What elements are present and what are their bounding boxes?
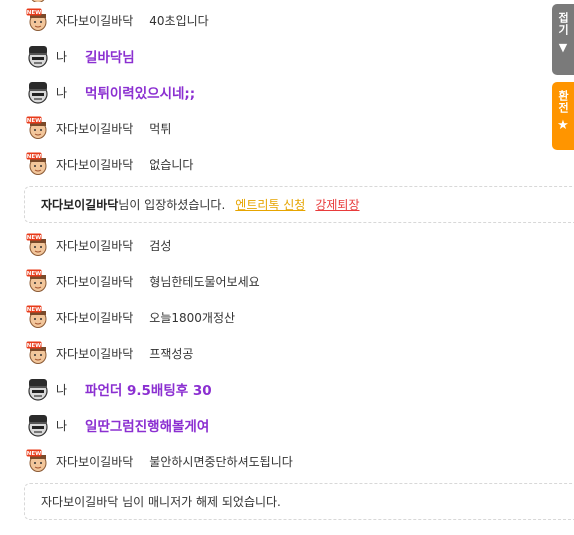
chat-message: NEW 자다보이길바닥 오늘1800개정산 [0, 299, 574, 335]
svg-text:NEW: NEW [27, 271, 41, 277]
message-nickname[interactable]: 나 [56, 84, 67, 101]
message-text: 파언더 9.5배팅후 30 [85, 383, 212, 399]
message-text: 먹튀 [149, 121, 172, 136]
charge-label: 환전 [556, 90, 570, 114]
message-nickname[interactable]: 자다보이길바닥 [56, 120, 133, 137]
notice-text: 님이 입장하셨습니다. [118, 198, 226, 212]
notice-text: 자다보이길바닥 님이 매니저가 해제 되었습니다. [41, 495, 281, 509]
charge-button[interactable]: 환전 ★ [552, 82, 574, 150]
message-nickname[interactable]: 자다보이길바닥 [56, 453, 133, 470]
fold-button[interactable]: 접기 ▼ [552, 4, 574, 75]
svg-text:NEW: NEW [27, 235, 41, 241]
message-text: 형님한테도물어보세요 [149, 274, 260, 289]
message-text: 오늘1800개정산 [149, 310, 236, 325]
message-text: 없습니다 [149, 157, 194, 172]
message-nickname[interactable]: 자다보이길바닥 [56, 12, 133, 29]
message-text: 프잭성공 [149, 346, 194, 361]
chat-message: 나 먹튀이력있으시네;; [0, 74, 574, 110]
new-user-avatar-icon: NEW [26, 269, 56, 293]
chat-message: 나 일딴그럼진행해볼게여 [0, 407, 574, 443]
entry-talk-request-link[interactable]: 엔트리톡 신청 [235, 196, 305, 213]
chat-message: NEW 자다보이길바닥 불안하시면중단하셔도됩니다 [0, 443, 574, 479]
star-icon: ★ [557, 118, 569, 133]
new-user-avatar-icon: NEW [26, 8, 56, 32]
message-nickname[interactable]: 자다보이길바닥 [56, 345, 133, 362]
chat-message: NEW 자다보이길바닥 먹튀 [0, 110, 574, 146]
svg-text:NEW: NEW [27, 343, 41, 349]
message-text: 길바닥님 [85, 50, 135, 66]
new-user-avatar-icon: NEW [26, 341, 56, 365]
svg-text:NEW: NEW [27, 154, 41, 160]
message-text: 40초입니다 [149, 13, 209, 28]
chat-message: NEW 자다보이길바닥 형님한테도물어보세요 [0, 263, 574, 299]
my-avatar-icon [26, 413, 56, 437]
chat-message: NEW 자다보이길바닥 프잭성공 [0, 335, 574, 371]
message-text: 불안하시면중단하셔도됩니다 [149, 454, 293, 469]
my-avatar-icon [26, 44, 56, 68]
kick-user-link[interactable]: 강제퇴장 [315, 196, 359, 213]
new-user-avatar-icon: NEW [26, 152, 56, 176]
message-text: 먹튀이력있으시네;; [85, 86, 196, 102]
message-nickname[interactable]: 자다보이길바닥 [56, 309, 133, 326]
svg-text:NEW: NEW [27, 307, 41, 313]
message-nickname[interactable]: 나 [56, 48, 67, 65]
message-nickname[interactable]: 자다보이길바닥 [56, 237, 133, 254]
message-nickname[interactable]: 자다보이길바닥 [56, 156, 133, 173]
chat-message: 나 파언더 9.5배팅후 30 [0, 371, 574, 407]
new-user-avatar-icon: NEW [26, 233, 56, 257]
notice-nickname: 자다보이길바닥 [41, 198, 119, 212]
fold-label: 접기 [556, 12, 570, 36]
system-notice: 자다보이길바닥 님이 입장하셨습니다. 엔트리톡 신청 강제퇴장 [24, 186, 574, 223]
my-avatar-icon [26, 80, 56, 104]
message-nickname[interactable]: 나 [56, 381, 67, 398]
chat-message: 나 길바닥님 [0, 38, 574, 74]
my-avatar-icon [26, 377, 56, 401]
message-nickname[interactable]: 자다보이길바닥 [56, 273, 133, 290]
svg-text:NEW: NEW [27, 10, 41, 16]
message-text: 일딴그럼진행해볼게여 [85, 419, 210, 435]
system-notice: 자다보이길바닥 님이 매니저가 해제 되었습니다. [24, 483, 574, 520]
new-user-avatar-icon: NEW [26, 305, 56, 329]
message-nickname[interactable]: 나 [56, 417, 67, 434]
chat-message: NEW 자다보이길바닥 검성 [0, 227, 574, 263]
svg-text:NEW: NEW [27, 118, 41, 124]
new-user-avatar-icon: NEW [26, 449, 56, 473]
triangle-down-icon: ▼ [558, 41, 568, 54]
svg-text:NEW: NEW [27, 451, 41, 457]
message-nickname[interactable]: 자다보이길바닥 [56, 0, 133, 1]
new-user-avatar-icon: NEW [26, 116, 56, 140]
message-text: 검성 [149, 238, 172, 253]
chat-log: NEW자다보이길바닥1.95NEW자다보이길바닥40초입니다나길바닥님나먹튀이력… [0, 0, 574, 524]
chat-message: NEW 자다보이길바닥 없습니다 [0, 146, 574, 182]
chat-message: NEW 자다보이길바닥 40초입니다 [0, 2, 574, 38]
